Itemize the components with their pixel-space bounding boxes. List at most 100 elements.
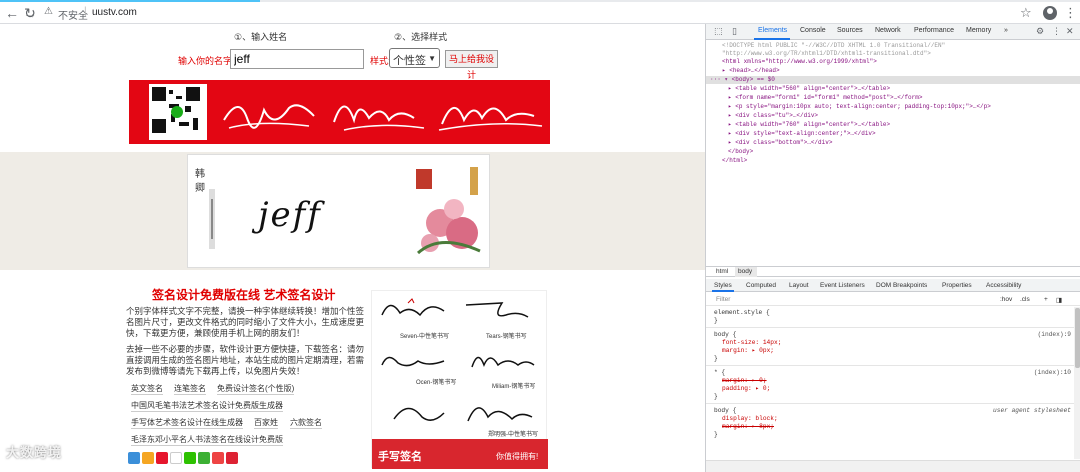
body-rule-source[interactable]: (index):9 xyxy=(1038,331,1071,339)
dom-line[interactable]: ▸ <form name="form1" id="form1" method="… xyxy=(706,94,1080,102)
gear-icon[interactable]: ⚙ xyxy=(1036,26,1044,37)
link-free-personal-signature[interactable]: 免费设计签名(个性版) xyxy=(217,383,295,395)
reload-icon[interactable]: ↻ xyxy=(22,5,38,21)
filter-input[interactable]: Filter xyxy=(716,296,730,303)
prop-font-size[interactable]: font-size: 14px; xyxy=(722,339,781,347)
banner[interactable] xyxy=(129,80,550,144)
name-input[interactable] xyxy=(230,49,364,69)
prop-display: display: block; xyxy=(722,415,778,422)
url-bar[interactable]: uustv.com xyxy=(92,7,137,18)
share-heart-icon[interactable] xyxy=(212,452,224,464)
dom-line[interactable]: ▸ <div style="text-align:center;">…</div… xyxy=(706,130,1080,138)
devtools-tab-bar: ⬚ ▯ Elements Console Sources Network Per… xyxy=(706,24,1080,40)
device-toolbar-icon[interactable]: ▯ xyxy=(732,26,737,37)
share-douban-icon[interactable] xyxy=(198,452,210,464)
dom-line[interactable]: "http://www.w3.org/TR/xhtml1/DTD/xhtml1-… xyxy=(706,50,1080,58)
link-famous-calligraphy[interactable]: 毛泽东邓小平名人书法签名在线设计免费版 xyxy=(131,434,283,446)
tab-elements[interactable]: Elements xyxy=(758,27,787,34)
hov-button[interactable]: :hov xyxy=(1000,296,1012,303)
link-english-signature[interactable]: 英文签名 xyxy=(131,383,163,395)
banner-signature-3 xyxy=(438,107,543,131)
tab-dom-breakpoints[interactable]: DOM Breakpoints xyxy=(876,282,927,289)
tab-accessibility[interactable]: Accessibility xyxy=(986,282,1021,289)
styles-scrollbar-thumb[interactable] xyxy=(1075,308,1080,368)
tab-network[interactable]: Network xyxy=(875,27,901,34)
share-renren-icon[interactable] xyxy=(226,452,238,464)
tab-more[interactable]: » xyxy=(1004,27,1008,34)
star-icon[interactable]: ☆ xyxy=(1020,5,1032,21)
share-weibo-icon[interactable] xyxy=(156,452,168,464)
link-six-signatures[interactable]: 六款签名 xyxy=(290,417,322,429)
add-rule-icon[interactable]: + xyxy=(1044,296,1048,303)
styles-tab-bar: Styles Computed Layout Event Listeners D… xyxy=(706,279,1080,292)
link-cursive-signature[interactable]: 连笔签名 xyxy=(174,383,206,395)
tab-console[interactable]: Console xyxy=(800,27,826,34)
design-button[interactable]: 马上给我设计 xyxy=(445,50,498,80)
body-rule-selector[interactable]: body { xyxy=(714,331,736,339)
rule-close: } xyxy=(714,317,718,324)
link-surnames[interactable]: 百家姓 xyxy=(254,417,278,429)
inspect-element-icon[interactable]: ⬚ xyxy=(714,26,723,37)
peony-illustration xyxy=(410,163,486,261)
tab-memory[interactable]: Memory xyxy=(966,27,991,34)
dom-line[interactable]: ▸ <head>…</head> xyxy=(706,67,1080,75)
dom-line[interactable]: <html xmlns="http://www.w3.org/1999/xhtm… xyxy=(706,58,1080,66)
account-icon[interactable] xyxy=(1043,6,1057,20)
dom-line[interactable]: ▸ <table width="560" align="center">…</t… xyxy=(706,85,1080,93)
cls-button[interactable]: .cls xyxy=(1020,296,1030,303)
star-rule-source[interactable]: (index):10 xyxy=(1034,369,1071,377)
tab-properties[interactable]: Properties xyxy=(942,282,972,289)
dom-line[interactable]: </body> xyxy=(706,148,1080,156)
sample-caption: Ocen-钢笔书写 xyxy=(416,380,457,386)
share-blank-icon[interactable] xyxy=(170,452,182,464)
browser-toolbar: ← → ↻ ⚠ 不安全 | uustv.com ☆ ⋮ xyxy=(0,2,1080,24)
star-rule-selector[interactable]: * { xyxy=(714,369,725,377)
devtools-panel: ⬚ ▯ Elements Console Sources Network Per… xyxy=(705,24,1080,472)
prop-margin-overridden[interactable]: margin: ▸ 0; xyxy=(722,377,767,385)
horizontal-scrollbar[interactable] xyxy=(706,460,1080,472)
arrow-left-icon[interactable]: ← xyxy=(4,5,20,21)
banner-signature-2 xyxy=(333,105,425,131)
style-select[interactable]: 个性签 ▼ xyxy=(389,48,440,68)
intro-paragraph-1: 个别字体样式文字不完整，请换一种字体继续转换！增加个性签名图片尺寸，更改文件格式… xyxy=(126,306,365,338)
calligraphy-ornament: 韩卿 xyxy=(195,167,215,249)
tab-sources[interactable]: Sources xyxy=(837,27,863,34)
ua-rule-selector: body { xyxy=(714,407,737,414)
prop-padding[interactable]: padding: ▸ 0; xyxy=(722,385,770,393)
dom-line[interactable]: ▸ <div class="bottom">…</div> xyxy=(706,139,1080,147)
link-chinese-brush-signature[interactable]: 中国风毛笔书法艺术签名设计免费版生成器 xyxy=(131,400,283,412)
dom-line[interactable]: ▸ <table width="760" align="center">…</t… xyxy=(706,121,1080,129)
dom-line[interactable]: <!DOCTYPE html PUBLIC "-//W3C//DTD XHTML… xyxy=(706,42,1080,50)
close-icon[interactable]: ✕ xyxy=(1066,26,1074,37)
dom-line[interactable]: ▸ <div class="tu">…</div> xyxy=(706,112,1080,120)
dom-line[interactable]: ▸ <p style="margin:10px auto; text-align… xyxy=(706,103,1080,111)
dom-tree[interactable]: <!DOCTYPE html PUBLIC "-//W3C//DTD XHTML… xyxy=(706,40,1080,266)
step-name-heading: ①、输入姓名 xyxy=(234,32,288,42)
dom-line[interactable]: </html> xyxy=(706,157,1080,165)
link-handwriting-signature[interactable]: 手写体艺术签名设计在线生成器 xyxy=(131,417,243,429)
dom-line-selected[interactable]: ··· ▾ <body> == $0 xyxy=(706,76,1080,84)
sample-caption: Tears-钢笔书写 xyxy=(486,334,527,340)
sample-signatures-image[interactable]: Seven-中性笔书写 Tears-钢笔书写 Ocen-钢笔书写 Miliam-… xyxy=(371,290,548,469)
prop-margin[interactable]: margin: ▸ 0px; xyxy=(722,347,774,355)
tab-layout[interactable]: Layout xyxy=(789,282,809,289)
share-wechat-icon[interactable] xyxy=(184,452,196,464)
kebab-menu-icon[interactable]: ⋮ xyxy=(1052,26,1061,37)
element-style-selector[interactable]: element.style { xyxy=(714,309,770,317)
kebab-menu-icon[interactable]: ⋮ xyxy=(1064,5,1077,21)
breadcrumb-body[interactable]: body xyxy=(738,268,752,275)
styles-filter[interactable]: Filter :hov .cls + ◨ xyxy=(706,294,1080,306)
styles-rules[interactable]: element.style { } body { (index):9 font-… xyxy=(706,307,1080,457)
share-star-icon[interactable] xyxy=(142,452,154,464)
computed-sidebar-icon[interactable]: ◨ xyxy=(1056,296,1062,304)
styles-tab-indicator xyxy=(712,290,734,292)
tab-styles[interactable]: Styles xyxy=(714,282,732,289)
tab-performance[interactable]: Performance xyxy=(914,27,954,34)
warning-icon[interactable]: ⚠ xyxy=(44,6,53,17)
rule-close: } xyxy=(714,393,718,400)
breadcrumb-html[interactable]: html xyxy=(716,268,728,275)
tab-event-listeners[interactable]: Event Listeners xyxy=(820,282,865,289)
tab-computed[interactable]: Computed xyxy=(746,282,776,289)
ua-rule-source: user agent stylesheet xyxy=(993,407,1071,414)
share-qzone-icon[interactable] xyxy=(128,452,140,464)
